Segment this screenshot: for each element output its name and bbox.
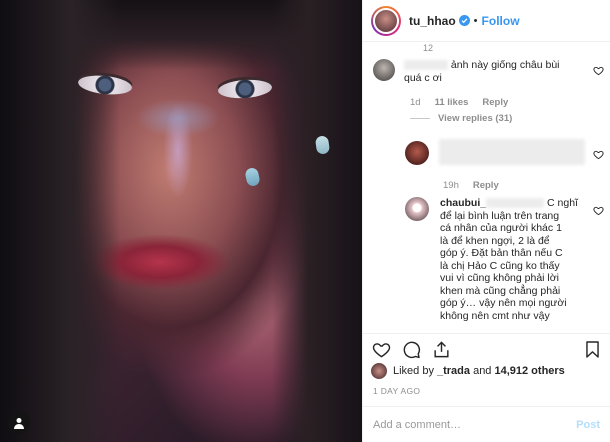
comment-item: ảnh này giống châu bùi quá c ơi (373, 59, 584, 84)
reply-line: góp ý. Đặt bản thân nếu C (440, 247, 563, 259)
reply-line: là chị Hảo C cũng ko thấy (440, 259, 560, 272)
likes-summary: Liked by _trada and 14,912 others (371, 363, 565, 379)
photo-hair-right (272, 0, 362, 442)
blurred-reply-text (439, 139, 585, 165)
follow-button[interactable]: Follow (482, 14, 520, 28)
author-avatar[interactable] (371, 5, 401, 36)
like-comment-heart-icon[interactable] (593, 205, 604, 216)
liker-avatar[interactable] (371, 363, 387, 379)
blurred-username (404, 60, 448, 71)
post-header: tu_hhao • Follow (363, 0, 610, 42)
reply-line: là để khen ngợi, 2 là để (440, 234, 550, 247)
reply-line: để lại bình luận trên trang (440, 209, 560, 222)
like-comment-heart-icon[interactable] (593, 149, 604, 160)
reply-button[interactable]: Reply (482, 97, 508, 108)
comment-cut-count: 12 (423, 43, 434, 53)
add-comment-bar: Post (363, 406, 610, 442)
likes-prefix: Liked by (393, 365, 434, 377)
author-username[interactable]: tu_hhao (409, 14, 456, 28)
view-replies-line (410, 118, 430, 119)
reply-item (405, 139, 585, 165)
reply-text: chaubui_ C nghĩ để lại bình luận trên tr… (440, 197, 590, 322)
reply-age: 19h (443, 180, 459, 191)
post-comment-button[interactable]: Post (576, 419, 600, 431)
comment-input[interactable] (373, 418, 577, 431)
post-side-panel: tu_hhao • Follow 12 ảnh này giống châu b… (362, 0, 610, 442)
liker-username[interactable]: _trada (437, 365, 470, 377)
replier-avatar[interactable] (405, 197, 429, 221)
reply-line: vui vì cũng không phải lời (440, 272, 559, 284)
reply-line: khen mà cũng chẳng phải (440, 284, 561, 297)
comment-likes[interactable]: 11 likes (435, 97, 469, 108)
comment-age: 1d (410, 97, 421, 108)
likes-middle: and (470, 365, 495, 377)
reply-line: cá nhân của người khác 1 (440, 222, 562, 234)
reply-line: góp ý… vậy nên mọi người (440, 297, 567, 309)
reply-line: không nên cmt như vậy (440, 309, 550, 322)
reply-button[interactable]: Reply (473, 180, 499, 191)
header-separator: • (473, 14, 478, 27)
share-icon[interactable] (432, 340, 451, 359)
reply-username[interactable]: chaubui_ (440, 197, 486, 209)
reply-item: chaubui_ C nghĩ để lại bình luận trên tr… (405, 197, 590, 322)
replier-avatar[interactable] (405, 141, 429, 165)
bookmark-icon[interactable] (583, 340, 602, 359)
photo-nail (244, 166, 261, 188)
like-comment-heart-icon[interactable] (593, 65, 604, 76)
verified-icon (458, 15, 470, 26)
reply-meta: 19h Reply (443, 180, 499, 191)
heart-icon[interactable] (372, 340, 391, 359)
blurred-username-part (486, 198, 545, 209)
commenter-avatar[interactable] (373, 59, 395, 81)
post-action-bar (363, 333, 610, 363)
post-timestamp[interactable]: 1 DAY AGO (373, 386, 420, 396)
photo-right-eye (217, 78, 273, 100)
comment-icon[interactable] (402, 340, 421, 359)
photo-hair-left (0, 0, 120, 442)
view-replies-button[interactable]: View replies (31) (410, 113, 512, 124)
likes-count[interactable]: 14,912 others (494, 365, 564, 377)
post-photo[interactable] (0, 0, 362, 442)
comment-text: ảnh này giống châu bùi quá c ơi (404, 59, 560, 84)
comments-list[interactable]: 12 ảnh này giống châu bùi quá c ơi 1d 11… (363, 43, 610, 333)
user-tag-icon[interactable] (8, 412, 30, 434)
comment-meta: 1d 11 likes Reply (410, 97, 508, 108)
